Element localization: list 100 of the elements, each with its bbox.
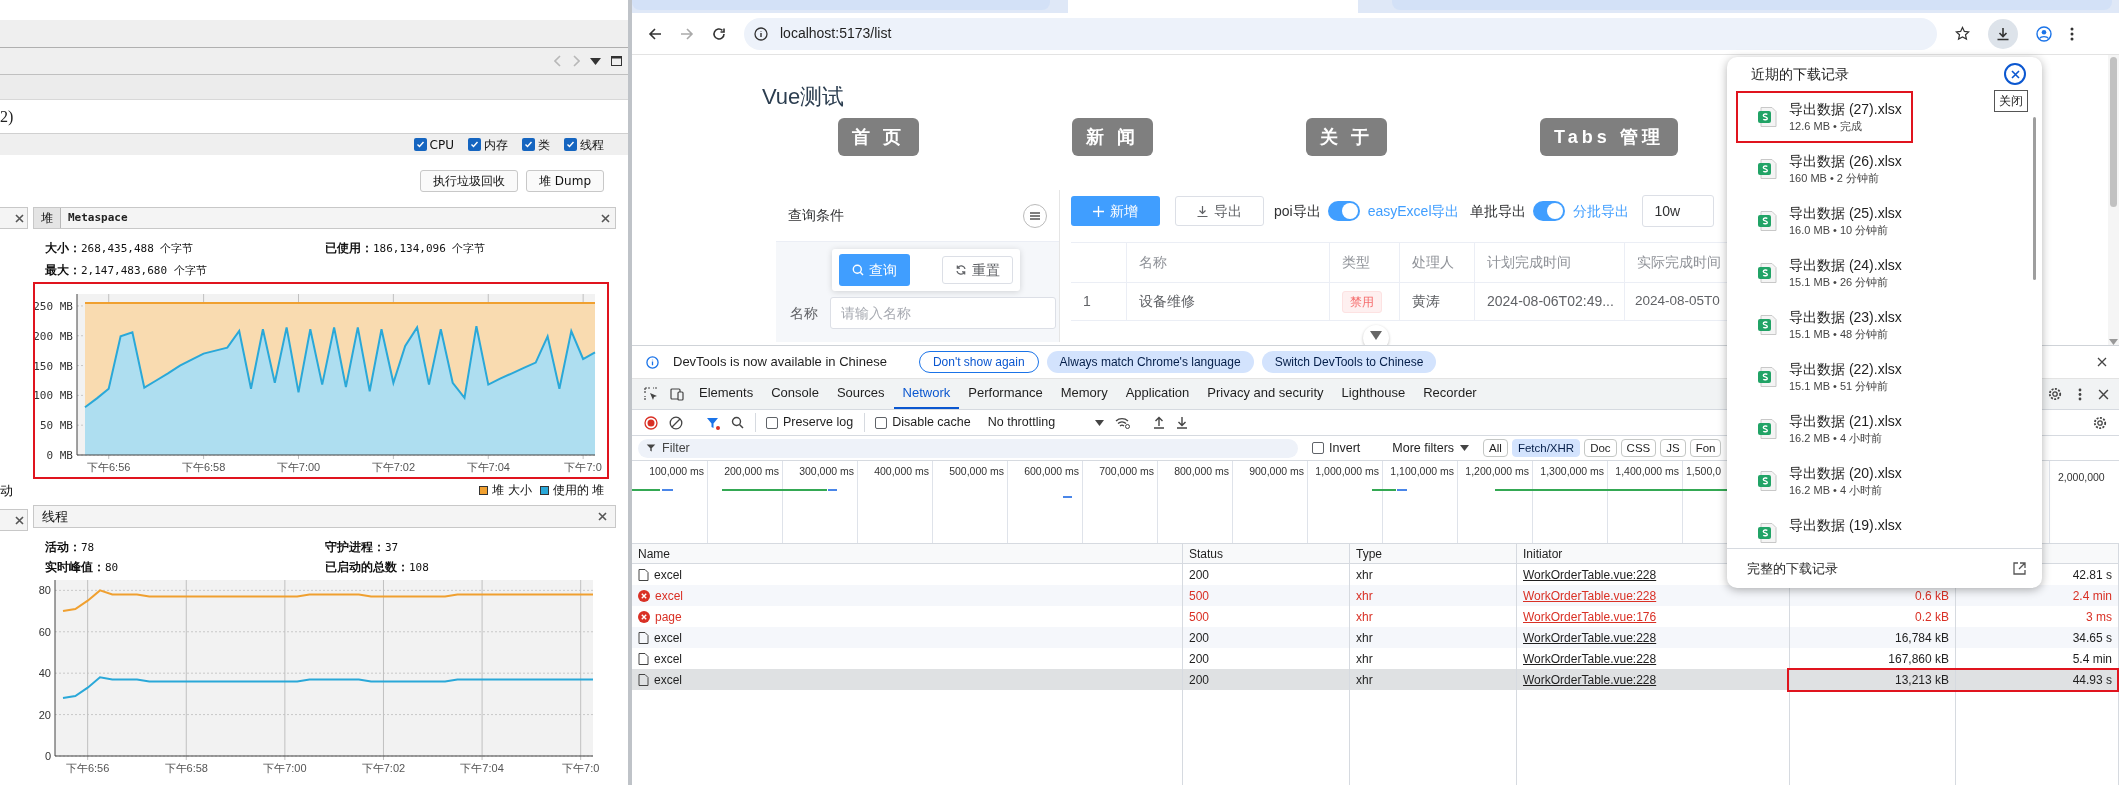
checkbox[interactable] [766,416,778,429]
panel-tab[interactable]: 堆 [34,208,61,228]
download-icon[interactable] [1176,416,1189,429]
download-item[interactable]: 导出数据 (26).xlsx 160 MB • 2 分钟前 [1736,143,1913,195]
action-button[interactable]: 执行垃圾回收 [420,170,519,192]
upload-icon[interactable] [1153,416,1166,429]
devtools-tab[interactable]: Elements [690,379,763,409]
close-icon[interactable] [15,515,24,525]
initiator-link[interactable]: WorkOrderTable.vue:228 [1523,649,1657,668]
back-icon[interactable] [648,26,662,41]
devtools-tab[interactable]: Performance [959,379,1052,409]
clear-icon[interactable] [669,415,683,430]
more-icon[interactable] [2078,387,2082,401]
reset-button[interactable]: 重置 [942,256,1013,284]
download-item[interactable]: 导出数据 (27).xlsx 12.6 MB • 完成 [1736,91,1913,143]
inspect-icon[interactable] [644,387,658,401]
column-header[interactable]: Type [1356,544,1382,563]
maximize-icon[interactable] [611,56,622,66]
devtools-tab[interactable]: Sources [827,379,894,409]
info-icon[interactable] [754,26,768,41]
devtools-tab[interactable]: Console [762,379,828,409]
column-header[interactable]: Name [638,544,670,563]
throttling-select[interactable]: No throttling [987,413,1105,432]
nav-button[interactable]: Tabs 管理 [1540,118,1678,156]
settings-icon[interactable] [2048,387,2062,401]
download-item[interactable]: 导出数据 (20).xlsx 16.2 MB • 4 小时前 [1736,455,1913,507]
filter-dropdown[interactable]: More filters [1392,438,1470,458]
request-name[interactable]: excel [654,628,682,647]
search-icon[interactable] [731,416,744,429]
devtools-tab[interactable]: Privacy and security [1198,379,1333,409]
download-item[interactable]: 导出数据 (23).xlsx 15.1 MB • 48 分钟前 [1736,299,1913,351]
initiator-link[interactable]: WorkOrderTable.vue:228 [1523,628,1657,647]
nav-button[interactable]: 新 闻 [1072,118,1154,156]
filter-chip[interactable]: Fon [1689,439,1722,457]
nav-button[interactable]: 首 页 [838,118,919,156]
notice-button[interactable]: Always match Chrome's language [1046,351,1254,373]
checkbox[interactable] [468,138,481,151]
request-name[interactable]: excel [654,670,682,689]
toggle-switch[interactable] [1532,201,1565,221]
devtools-tab[interactable]: Lighthouse [1332,379,1415,409]
request-name[interactable]: excel [654,649,682,668]
checkbox[interactable] [1312,442,1324,454]
notice-button[interactable]: Don't show again [918,351,1039,373]
menu-icon[interactable] [2070,26,2074,41]
address-bar[interactable]: localhost:5173/list [744,17,1937,50]
close-icon[interactable] [2097,357,2107,367]
column-header[interactable]: Status [1189,544,1224,563]
download-item[interactable]: 导出数据 (21).xlsx 16.2 MB • 4 小时前 [1736,403,1913,455]
download-item[interactable]: 导出数据 (22).xlsx 15.1 MB • 51 分钟前 [1736,351,1913,403]
initiator-link[interactable]: WorkOrderTable.vue:228 [1523,565,1657,584]
checkbox[interactable] [413,138,427,151]
request-name[interactable]: page [655,607,682,626]
wifi-icon[interactable] [1115,416,1131,429]
action-button[interactable]: 堆 Dump [526,170,604,192]
panel-tab[interactable] [0,509,28,531]
toggle-switch[interactable] [1327,201,1360,221]
close-button[interactable] [2004,63,2026,85]
download-button[interactable] [1988,18,2018,49]
profile-icon[interactable] [2036,25,2052,42]
filter-chip[interactable]: JS [1660,439,1686,457]
filter-chip[interactable]: CSS [1620,439,1657,457]
device-icon[interactable] [670,387,684,401]
batch-size-input[interactable]: 10w [1641,195,1714,227]
filter-chip[interactable]: Fetch/XHR [1511,439,1581,457]
initiator-link[interactable]: WorkOrderTable.vue:228 [1523,586,1657,605]
request-name[interactable]: excel [654,565,682,584]
close-icon[interactable] [598,512,607,521]
devtools-tab[interactable]: Recorder [1414,379,1486,409]
close-icon[interactable] [2098,388,2109,400]
devtools-tab[interactable]: Application [1116,379,1199,409]
name-input[interactable]: 请输入名称 [830,297,1056,329]
initiator-link[interactable]: WorkOrderTable.vue:228 [1523,670,1657,689]
reload-icon[interactable] [712,26,726,41]
dropdown-icon[interactable] [590,57,601,65]
filter-chip[interactable]: All [1483,439,1508,457]
external-link-icon[interactable] [2013,562,2026,575]
scrollbar-thumb[interactable] [2110,57,2117,207]
show-all-link[interactable]: 完整的下载记录 [1747,558,1838,579]
devtools-tab[interactable]: Memory [1051,379,1117,409]
expand-button[interactable] [1363,325,1389,345]
initiator-link[interactable]: WorkOrderTable.vue:176 [1523,607,1657,626]
filter-chip[interactable]: Doc [1584,439,1617,457]
nav-button[interactable]: 关 于 [1306,118,1388,156]
column-header[interactable]: Initiator [1523,544,1563,563]
notice-button[interactable]: Switch DevTools to Chinese [1261,351,1437,373]
close-icon[interactable] [15,213,24,223]
checkbox[interactable] [564,138,577,151]
download-item[interactable]: 导出数据 (19).xlsx [1736,507,1913,548]
scrollbar-thumb[interactable] [2033,117,2036,280]
export-button[interactable]: 导出 [1175,196,1264,226]
close-icon[interactable] [601,213,610,223]
request-name[interactable]: excel [655,586,683,605]
devtools-tab[interactable]: Network [893,379,960,409]
panel-tab[interactable] [0,207,28,229]
record-icon[interactable] [644,415,658,430]
checkbox[interactable] [522,138,535,151]
settings-icon[interactable] [2093,415,2107,430]
checkbox[interactable] [875,416,888,429]
filter-icon[interactable] [706,415,720,430]
panel-tab[interactable]: Metaspace [61,208,135,228]
